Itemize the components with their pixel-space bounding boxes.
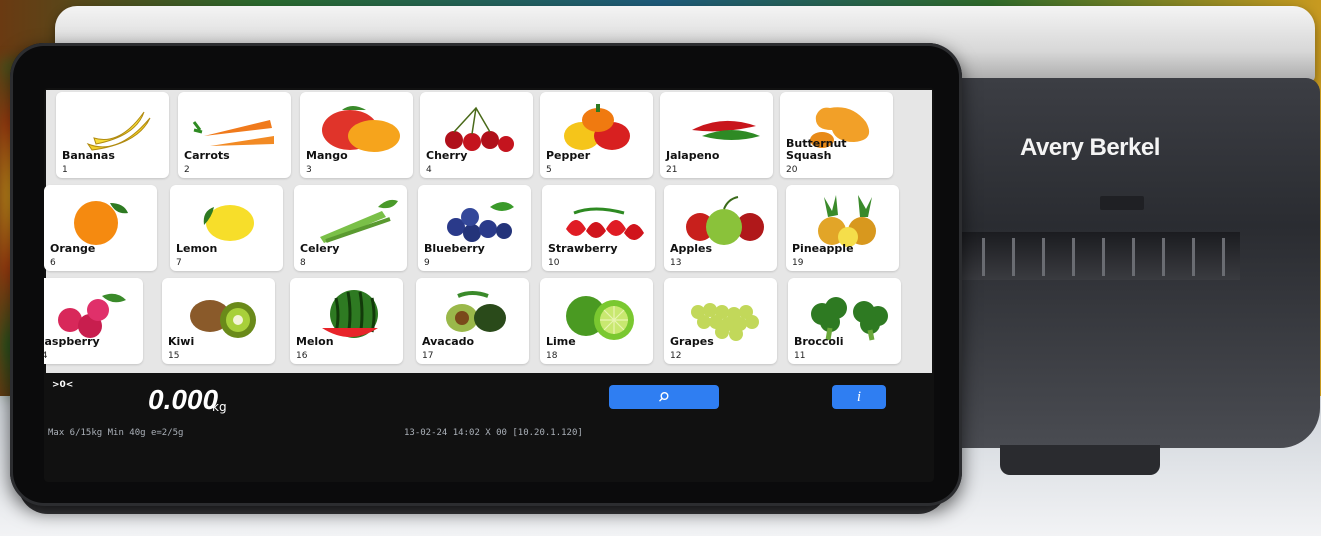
product-code: 6 (50, 258, 56, 268)
product-tile-pepper[interactable]: Pepper 5 (540, 92, 653, 178)
scale-foot (1000, 445, 1160, 475)
product-code: 16 (296, 351, 308, 361)
product-name: Mango (306, 149, 348, 162)
product-name: Avacado (422, 335, 475, 348)
datetime-status: 13-02-24 14:02 X 00 [10.20.1.120] (404, 428, 583, 438)
product-code: 12 (670, 351, 682, 361)
product-name: Bananas (62, 149, 115, 162)
product-code: 18 (546, 351, 558, 361)
info-button[interactable]: i (832, 385, 886, 409)
product-name: Jalapeno (666, 149, 720, 162)
product-tile-lemon[interactable]: Lemon 7 (170, 185, 283, 271)
product-code: 4 (426, 165, 432, 175)
product-name: Pepper (546, 149, 591, 162)
product-tile-grapes[interactable]: Grapes 12 (664, 278, 777, 364)
printer-door-latch (1100, 196, 1144, 210)
product-tile-apples[interactable]: Apples 13 (664, 185, 777, 271)
product-tile-bananas[interactable]: Bananas 1 (56, 92, 169, 178)
product-tile-broccoli[interactable]: Broccoli 11 (788, 278, 901, 364)
product-tile-kiwi[interactable]: Kiwi 15 (162, 278, 275, 364)
product-name: Carrots (184, 149, 230, 162)
product-code: 5 (546, 165, 552, 175)
product-name: Orange (50, 242, 96, 255)
product-tile-avacado[interactable]: Avacado 17 (416, 278, 529, 364)
product-tile-blueberry[interactable]: Blueberry 9 (418, 185, 531, 271)
product-name: Raspberry (44, 335, 100, 348)
product-tile-carrots[interactable]: Carrots 2 (178, 92, 291, 178)
label-printer-slot (940, 232, 1240, 280)
product-name: Apples (670, 242, 713, 255)
product-name: Blueberry (424, 242, 485, 255)
product-name: Strawberry (548, 242, 618, 255)
product-code: 15 (168, 351, 180, 361)
product-tile-celery[interactable]: Celery 8 (294, 185, 407, 271)
product-tile-raspberry[interactable]: Raspberry 14 (44, 278, 143, 364)
scale-specs: Max 6/15kg Min 40g e=2/5g (48, 428, 184, 438)
product-name: Cherry (426, 149, 468, 162)
product-name: Lemon (176, 242, 218, 255)
product-name: Lime (546, 335, 576, 348)
product-code: 11 (794, 351, 806, 361)
product-name: Pineapple (792, 242, 854, 255)
product-name: Broccoli (794, 335, 844, 348)
product-tile-cherry[interactable]: Cherry 4 (420, 92, 533, 178)
product-name: Melon (296, 335, 334, 348)
product-code: 7 (176, 258, 182, 268)
weight-display: 0.000 (148, 384, 219, 415)
zero-indicator: >0< (52, 380, 74, 390)
product-name: Grapes (670, 335, 714, 348)
product-code: 20 (786, 165, 798, 175)
product-code: 10 (548, 258, 560, 268)
product-tile-melon[interactable]: Melon 16 (290, 278, 403, 364)
product-tile-strawberry[interactable]: Strawberry 10 (542, 185, 655, 271)
product-code: 2 (184, 165, 190, 175)
product-tile-orange[interactable]: Orange 6 (44, 185, 157, 271)
product-code: 14 (44, 351, 48, 361)
product-code: 8 (300, 258, 306, 268)
search-icon (658, 392, 669, 402)
brand-logo: Avery Berkel (1020, 134, 1160, 161)
search-button[interactable] (609, 385, 719, 409)
touch-screen: Bananas 1 Carrots 2 Mango 3 Cherry 4 Pepper 5 Jala… (44, 88, 934, 482)
weight-unit: kg (212, 400, 227, 414)
tablet-device: Bananas 1 Carrots 2 Mango 3 Cherry 4 Pepper 5 Jala… (10, 43, 962, 506)
product-tile-jalapeno[interactable]: Jalapeno 21 (660, 92, 773, 178)
product-code: 17 (422, 351, 434, 361)
product-grid: Bananas 1 Carrots 2 Mango 3 Cherry 4 Pepper 5 Jala… (44, 90, 932, 373)
product-name: Butternut Squash (786, 137, 847, 162)
product-code: 9 (424, 258, 430, 268)
product-name: Celery (300, 242, 340, 255)
product-code: 19 (792, 258, 804, 268)
product-name: Kiwi (168, 335, 195, 348)
product-tile-pineapple[interactable]: Pineapple 19 (786, 185, 899, 271)
product-tile-butternut-squash[interactable]: Butternut Squash 20 (780, 92, 893, 178)
product-code: 13 (670, 258, 682, 268)
product-code: 1 (62, 165, 68, 175)
product-tile-mango[interactable]: Mango 3 (300, 92, 413, 178)
product-code: 3 (306, 165, 312, 175)
product-tile-lime[interactable]: Lime 18 (540, 278, 653, 364)
product-code: 21 (666, 165, 678, 175)
